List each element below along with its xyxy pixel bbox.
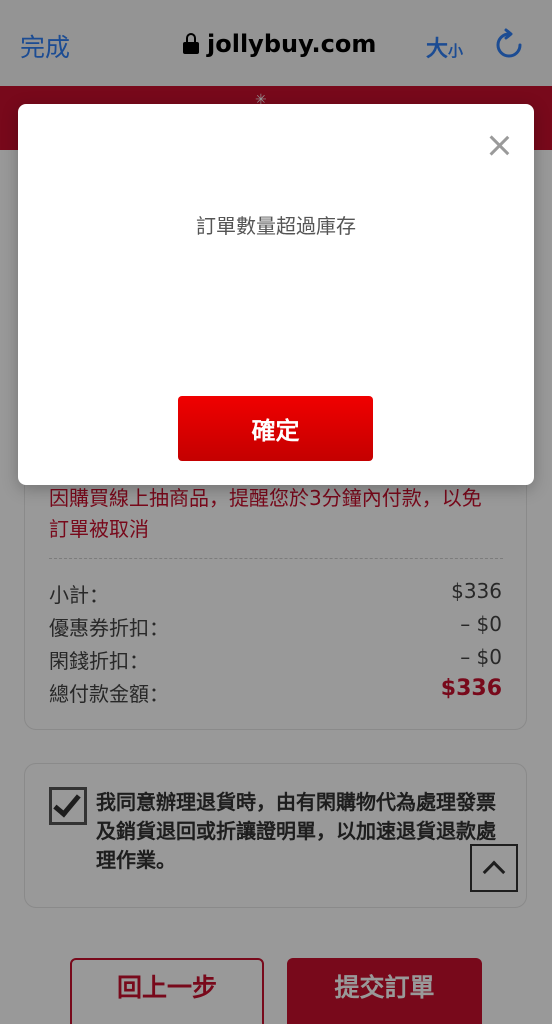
close-icon[interactable] — [488, 134, 510, 156]
confirm-button[interactable]: 確定 — [178, 396, 373, 461]
alert-dialog: 訂單數量超過庫存 確定 — [18, 104, 534, 485]
dialog-message: 訂單數量超過庫存 — [196, 214, 356, 238]
